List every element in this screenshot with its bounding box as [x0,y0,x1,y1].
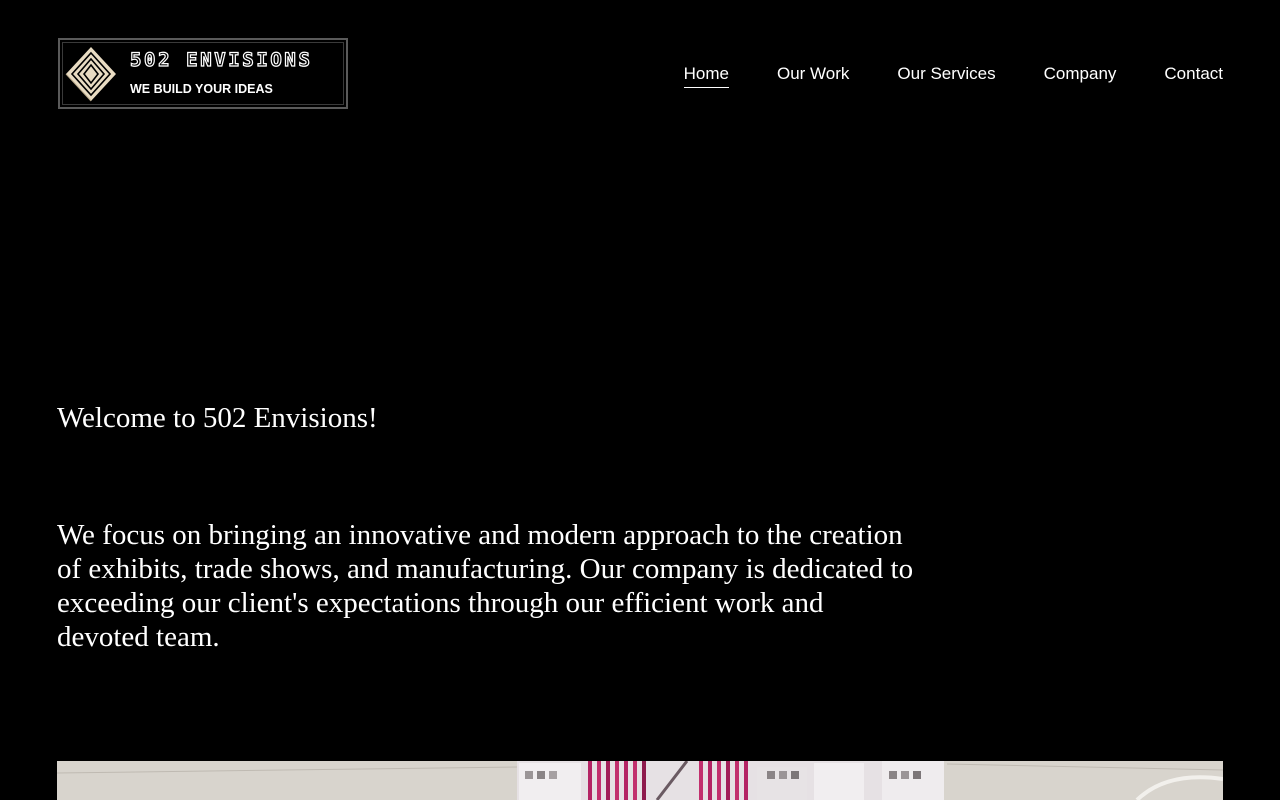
logo[interactable]: 502 ENVISIONS WE BUILD YOUR IDEAS [58,38,348,109]
main-nav: Home Our Work Our Services Company Conta… [683,62,1223,88]
logo-name: 502 ENVISIONS [129,48,313,71]
diamond-logo-icon [65,47,116,102]
nav-home[interactable]: Home [683,62,730,88]
welcome-heading: Welcome to 502 Envisions! [57,402,378,434]
nav-our-work[interactable]: Our Work [777,62,849,86]
site-header: 502 ENVISIONS WE BUILD YOUR IDEAS Home O… [0,0,1280,140]
nav-company[interactable]: Company [1044,62,1117,86]
hero-photo [57,761,1223,800]
logo-tagline: WE BUILD YOUR IDEAS [130,82,273,96]
exhibit-photo-image [57,761,1223,800]
nav-contact[interactable]: Contact [1164,62,1223,86]
intro-paragraph: We focus on bringing an innovative and m… [57,519,914,653]
nav-our-services[interactable]: Our Services [897,62,995,86]
